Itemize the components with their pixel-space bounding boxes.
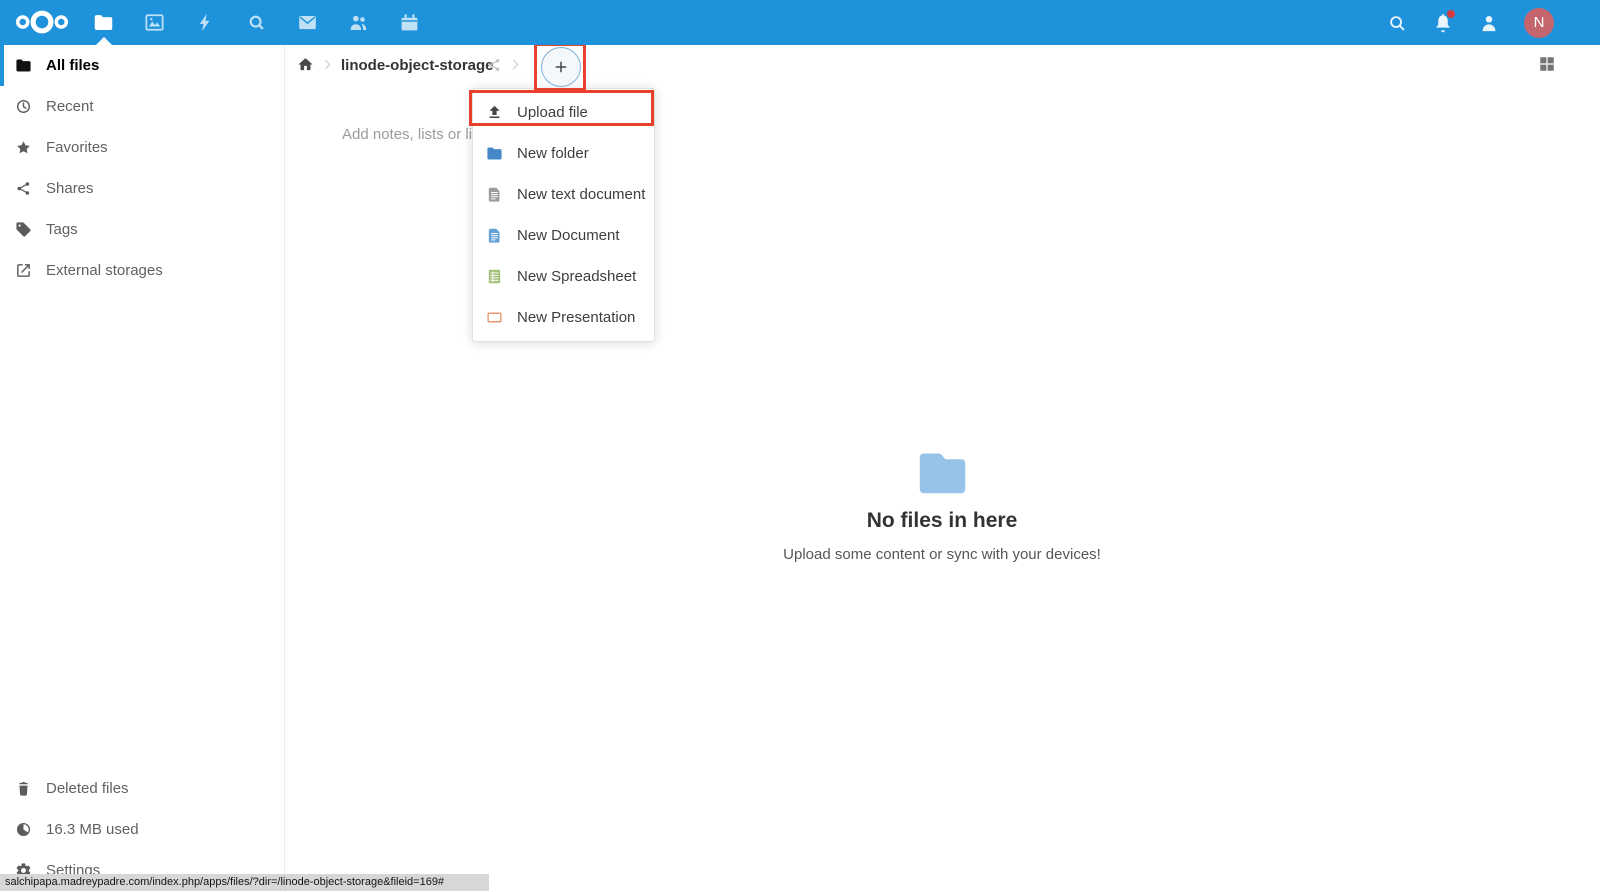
big-folder-icon xyxy=(916,447,969,496)
sidebar-item-label: Favorites xyxy=(46,139,108,156)
sidebar-item-label: Shares xyxy=(46,180,94,197)
search-button[interactable] xyxy=(1386,12,1408,34)
envelope-icon xyxy=(297,12,318,33)
menu-item-upload-file[interactable]: Upload file xyxy=(473,92,654,133)
app-icon-activity[interactable] xyxy=(180,0,231,45)
clock-icon xyxy=(15,98,32,115)
empty-state-title: No files in here xyxy=(542,509,1342,533)
status-url: salchipapa.madreypadre.com/index.php/app… xyxy=(0,874,489,891)
text-file-icon xyxy=(486,227,503,244)
app-navigation xyxy=(78,0,435,45)
magnifier-icon xyxy=(246,12,267,33)
folder-icon xyxy=(93,12,114,33)
notifications-button[interactable] xyxy=(1432,12,1454,34)
menu-item-label: New Presentation xyxy=(517,309,635,326)
sidebar-item-tags[interactable]: Tags xyxy=(0,209,284,250)
home-icon[interactable] xyxy=(297,56,314,73)
menu-item-new-folder[interactable]: New folder xyxy=(473,133,654,174)
sidebar-item-label: External storages xyxy=(46,262,163,279)
menu-item-new-presentation[interactable]: New Presentation xyxy=(473,297,654,338)
app-icon-mail[interactable] xyxy=(282,0,333,45)
folder-icon xyxy=(486,145,503,162)
empty-state-subtitle: Upload some content or sync with your de… xyxy=(542,546,1342,563)
notification-badge xyxy=(1447,10,1455,18)
menu-item-new-spreadsheet[interactable]: New Spreadsheet xyxy=(473,256,654,297)
text-file-icon xyxy=(486,186,503,203)
quota-icon xyxy=(15,821,32,838)
sidebar-item-recent[interactable]: Recent xyxy=(0,86,284,127)
lightning-icon xyxy=(195,12,216,33)
folder-icon xyxy=(15,57,32,74)
upload-icon xyxy=(486,104,503,121)
tag-icon xyxy=(15,221,32,238)
app-icon-search-app[interactable] xyxy=(231,0,282,45)
menu-item-label: New text document xyxy=(517,186,645,203)
grid-view-icon[interactable] xyxy=(1538,55,1556,73)
app-icon-contacts[interactable] xyxy=(333,0,384,45)
workspace-placeholder[interactable]: Add notes, lists or lin xyxy=(342,126,480,143)
sidebar-item-label: Tags xyxy=(46,221,78,238)
menu-item-new-document[interactable]: New Document xyxy=(473,215,654,256)
sidebar-footer: Deleted files16.3 MB usedSettings xyxy=(0,768,284,891)
sidebar-item-label: Deleted files xyxy=(46,780,129,797)
sidebar-item-external-storages[interactable]: External storages xyxy=(0,250,284,291)
chevron-right-icon xyxy=(508,57,523,72)
calendar-icon xyxy=(399,12,420,33)
app-icon-photos[interactable] xyxy=(129,0,180,45)
share-icon[interactable] xyxy=(486,57,502,73)
menu-item-new-text-document[interactable]: New text document xyxy=(473,174,654,215)
star-icon xyxy=(15,139,32,156)
sidebar-item-deleted-files[interactable]: Deleted files xyxy=(0,768,284,809)
active-app-notch xyxy=(96,37,112,45)
sidebar-item-favorites[interactable]: Favorites xyxy=(0,127,284,168)
sidebar-item-shares[interactable]: Shares xyxy=(0,168,284,209)
plus-icon xyxy=(552,58,570,76)
photos-icon xyxy=(144,12,165,33)
menu-item-label: Upload file xyxy=(517,104,588,121)
chevron-right-icon xyxy=(320,57,335,72)
person-icon xyxy=(1478,12,1500,34)
nextcloud-logo-icon[interactable] xyxy=(14,7,70,37)
sidebar-item-label: All files xyxy=(46,57,99,74)
new-button[interactable] xyxy=(541,47,581,87)
sidebar-item-label: Recent xyxy=(46,98,94,115)
sidebar-item-quota[interactable]: 16.3 MB used xyxy=(0,809,284,850)
external-link-icon xyxy=(15,262,32,279)
presentation-icon xyxy=(486,309,503,326)
header-actions: N xyxy=(1386,0,1554,45)
sidebar-nav: All files Recent Favorites Shares Tags Extern… xyxy=(0,45,284,291)
avatar[interactable]: N xyxy=(1524,8,1554,38)
search-icon xyxy=(1386,12,1408,34)
trash-icon xyxy=(15,780,32,797)
top-bar: N xyxy=(0,0,1600,45)
menu-item-label: New folder xyxy=(517,145,589,162)
sidebar: All files Recent Favorites Shares Tags Extern… xyxy=(0,45,285,892)
breadcrumb-folder[interactable]: linode-object-storage xyxy=(341,57,494,74)
app-icon-calendar[interactable] xyxy=(384,0,435,45)
people-icon xyxy=(348,12,369,33)
spreadsheet-icon xyxy=(486,268,503,285)
sidebar-item-label: 16.3 MB used xyxy=(46,821,139,838)
menu-item-label: New Document xyxy=(517,227,620,244)
new-menu: Upload file New folder New text document Ne… xyxy=(472,88,655,342)
sidebar-item-all-files[interactable]: All files xyxy=(0,45,284,86)
share-icon xyxy=(15,180,32,197)
app-icon-files[interactable] xyxy=(78,0,129,45)
menu-item-label: New Spreadsheet xyxy=(517,268,636,285)
contacts-menu-button[interactable] xyxy=(1478,12,1500,34)
